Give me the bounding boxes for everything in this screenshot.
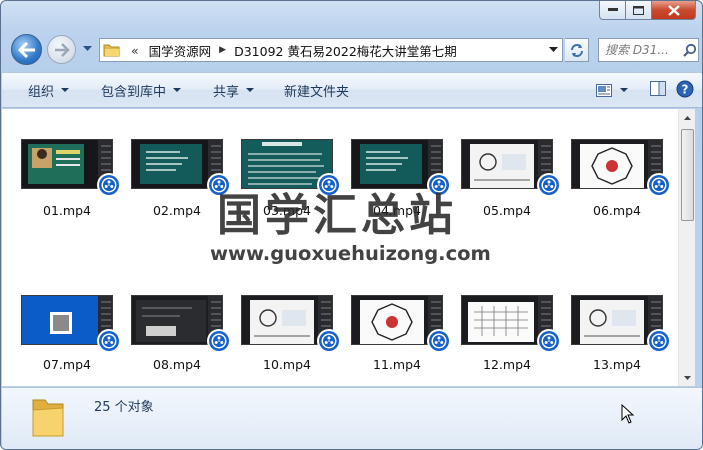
forward-arrow-icon [54, 42, 70, 57]
file-item[interactable]: 10.mp4 [241, 109, 341, 375]
folder-icon [103, 44, 120, 57]
command-bar: 组织 包含到库中 共享 新建文件夹 ? [2, 72, 702, 108]
scrollbar-thumb[interactable] [681, 129, 694, 221]
navigation-bar: « 国学资源网 ▶ D31092 黄石易2022梅花大讲堂第七期 [9, 34, 699, 66]
breadcrumb: « 国学资源网 ▶ D31092 黄石易2022梅花大讲堂第七期 [121, 41, 457, 60]
include-in-library-menu[interactable]: 包含到库中 [90, 73, 192, 107]
folder-large-icon [32, 399, 64, 437]
change-view-button[interactable] [596, 83, 628, 97]
minimize-button[interactable] [599, 1, 626, 20]
svg-text:?: ? [682, 82, 689, 96]
help-icon: ? [676, 80, 694, 97]
toolbar-right: ? [596, 73, 694, 107]
back-arrow-icon [17, 41, 35, 58]
address-dropdown-icon[interactable] [549, 47, 558, 53]
search-icon[interactable] [683, 43, 697, 57]
file-name: 07.mp4 [43, 357, 91, 372]
address-bar[interactable]: « 国学资源网 ▶ D31092 黄石易2022梅花大讲堂第七期 [99, 38, 563, 62]
mouse-cursor-icon [621, 404, 635, 424]
chevron-down-icon [61, 87, 70, 92]
file-name: 08.mp4 [153, 357, 201, 372]
breadcrumb-item-current[interactable]: D31092 黄石易2022梅花大讲堂第七期 [234, 41, 457, 60]
file-item[interactable]: 13.mp4 [571, 109, 671, 375]
video-player-badge-icon [427, 329, 451, 353]
video-player-badge-icon [537, 329, 561, 353]
view-icon [596, 83, 612, 97]
scroll-up-icon [684, 115, 691, 120]
forward-button[interactable] [47, 35, 76, 64]
file-name: 13.mp4 [593, 357, 641, 372]
video-player-badge-icon [317, 329, 341, 353]
breadcrumb-overflow[interactable]: « [131, 43, 139, 58]
refresh-button[interactable] [565, 38, 589, 62]
preview-pane-icon [650, 81, 666, 96]
help-button[interactable]: ? [676, 80, 694, 101]
search-input[interactable] [605, 43, 683, 57]
explorer-window: « 国学资源网 ▶ D31092 黄石易2022梅花大讲堂第七期 组织 包含到库… [0, 0, 703, 450]
breadcrumb-item-root[interactable]: 国学资源网 [149, 41, 212, 60]
file-item[interactable]: 08.mp4 [131, 109, 231, 375]
details-pane: 25 个对象 [2, 387, 702, 449]
file-name: 11.mp4 [373, 357, 421, 372]
close-button[interactable] [652, 1, 696, 20]
share-label: 共享 [213, 84, 240, 100]
video-player-badge-icon [207, 329, 231, 353]
refresh-icon [570, 44, 583, 57]
new-folder-label: 新建文件夹 [284, 84, 350, 100]
share-menu[interactable]: 共享 [202, 73, 265, 107]
window-controls [599, 1, 696, 20]
maximize-button[interactable] [626, 1, 652, 20]
recent-pages-dropdown-icon[interactable] [83, 46, 92, 52]
organize-label: 组织 [28, 84, 55, 100]
scroll-down-arrow[interactable] [679, 369, 696, 386]
organize-menu[interactable]: 组织 [2, 73, 80, 107]
preview-pane-button[interactable] [650, 81, 666, 99]
file-item[interactable]: 07.mp4 [21, 109, 121, 375]
maximize-icon [633, 5, 644, 15]
file-item[interactable]: 11.mp4 [351, 109, 451, 375]
file-list-view[interactable]: 01.mp4 02.mp4 03.mp4 04.mp4 05.mp4 06.mp4 07.m… [2, 109, 678, 386]
scroll-down-icon [684, 375, 691, 380]
file-name: 12.mp4 [483, 357, 531, 372]
scroll-up-arrow[interactable] [679, 109, 696, 126]
file-item[interactable]: 12.mp4 [461, 109, 561, 375]
chevron-down-icon [173, 87, 182, 92]
video-player-badge-icon [97, 329, 121, 353]
chevron-down-icon [620, 87, 628, 92]
vertical-scrollbar[interactable] [678, 109, 695, 386]
new-folder-button[interactable]: 新建文件夹 [273, 73, 360, 107]
item-count: 25 个对象 [94, 400, 154, 415]
chevron-down-icon [246, 87, 255, 92]
include-in-library-label: 包含到库中 [101, 84, 167, 100]
minimize-icon [607, 8, 618, 11]
video-player-badge-icon [647, 329, 671, 353]
back-button[interactable] [11, 34, 42, 65]
search-box[interactable] [598, 38, 699, 62]
breadcrumb-separator-icon[interactable]: ▶ [219, 45, 226, 55]
close-icon [667, 4, 680, 16]
file-name: 10.mp4 [263, 357, 311, 372]
